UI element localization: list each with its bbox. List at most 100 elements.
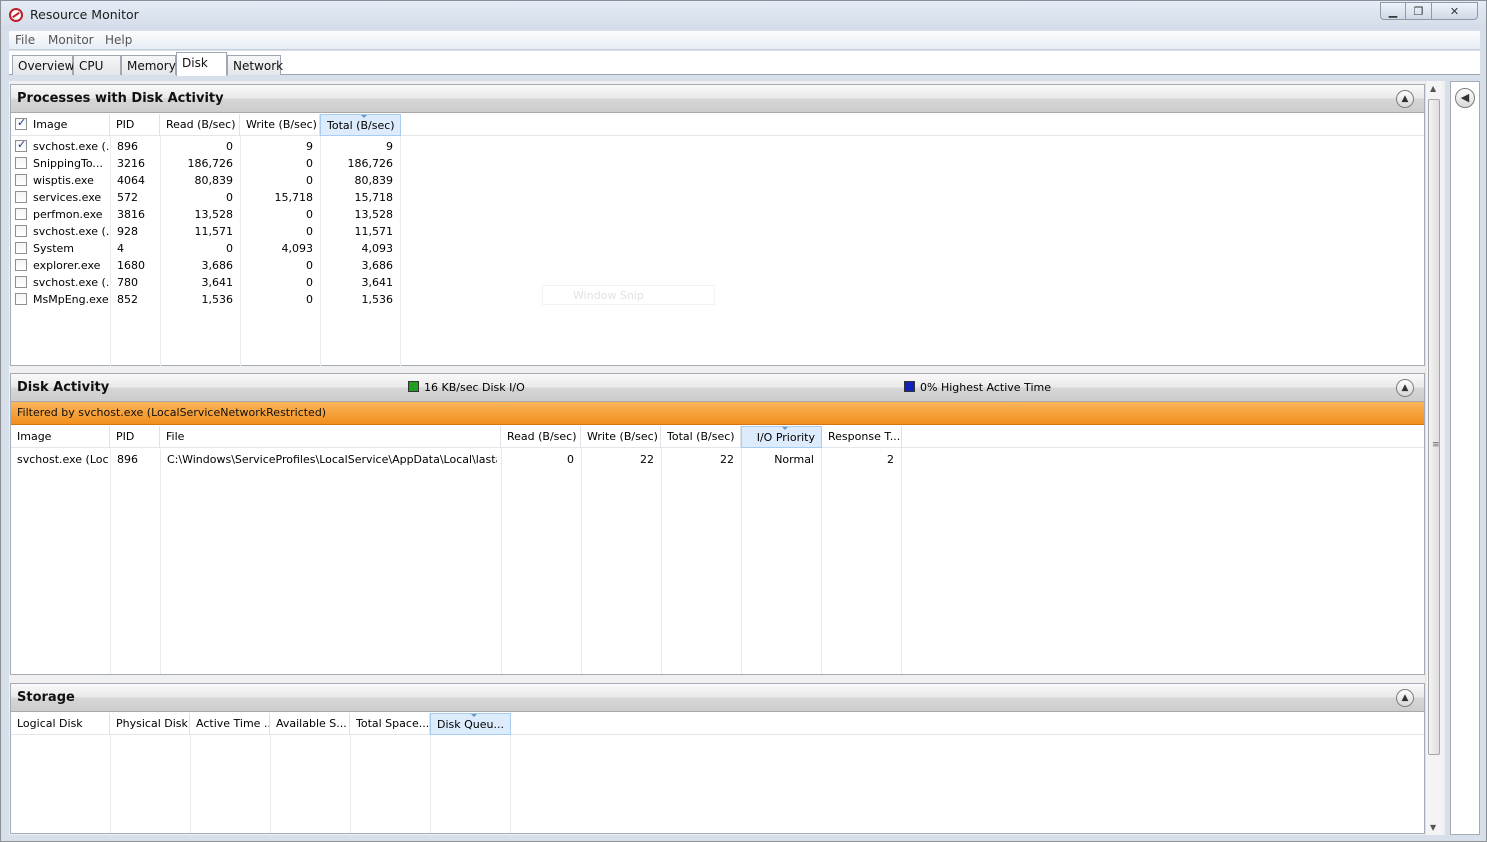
processes-column-header: Image PID Read (B/sec) Write (B/sec) Tot… bbox=[11, 114, 1424, 136]
row-checkbox[interactable] bbox=[15, 208, 27, 220]
minimize-button[interactable]: ▁ bbox=[1380, 2, 1406, 20]
col-image[interactable]: Image bbox=[11, 426, 110, 448]
table-row[interactable]: svchost.exe (Loc... 896 C:\Windows\Service… bbox=[11, 451, 1424, 468]
col-total-space[interactable]: Total Space... bbox=[350, 713, 430, 735]
tab-disk[interactable]: Disk bbox=[176, 52, 227, 76]
col-image[interactable]: Image bbox=[11, 114, 110, 136]
col-write[interactable]: Write (B/sec) bbox=[240, 114, 320, 136]
tab-cpu[interactable]: CPU bbox=[73, 55, 121, 75]
col-total-label: Total (B/sec) bbox=[327, 119, 395, 132]
active-time-legend: 0% Highest Active Time bbox=[920, 381, 1051, 394]
expand-graphs-button[interactable]: ◀ bbox=[1455, 88, 1475, 108]
table-row[interactable]: perfmon.exe 3816 13,528 0 13,528 bbox=[11, 206, 1424, 223]
col-disk-queue-label: Disk Queu... bbox=[437, 718, 504, 731]
col-read[interactable]: Read (B/sec) bbox=[160, 114, 240, 136]
table-row[interactable]: wisptis.exe 4064 80,839 0 80,839 bbox=[11, 172, 1424, 189]
col-active-time[interactable]: Active Time ... bbox=[190, 713, 270, 735]
window-snip-ghost: Window Snip bbox=[542, 285, 715, 305]
cell-pid: 572 bbox=[117, 191, 138, 204]
table-row[interactable]: System 4 0 4,093 4,093 bbox=[11, 240, 1424, 257]
collapse-storage-button[interactable]: ▲ bbox=[1396, 689, 1414, 707]
collapse-disk-activity-button[interactable]: ▲ bbox=[1396, 379, 1414, 397]
col-physical-disk[interactable]: Physical Disk bbox=[110, 713, 190, 735]
col-response-time[interactable]: Response T... bbox=[822, 426, 902, 448]
disk-activity-panel: Disk Activity 16 KB/sec Disk I/O 0% High… bbox=[10, 373, 1425, 675]
cell-write: 0 bbox=[306, 225, 313, 238]
menu-help[interactable]: Help bbox=[105, 33, 132, 47]
col-disk-queue[interactable]: Disk Queu... bbox=[430, 713, 511, 735]
cell-total: 15,718 bbox=[354, 191, 394, 204]
active-time-legend-icon bbox=[904, 381, 915, 392]
menu-bar: File Monitor Help bbox=[9, 31, 1480, 50]
col-read[interactable]: Read (B/sec) bbox=[501, 426, 581, 448]
table-row[interactable]: svchost.exe (... 780 3,641 0 3,641 bbox=[11, 274, 1424, 291]
col-write[interactable]: Write (B/sec) bbox=[581, 426, 661, 448]
table-row[interactable]: explorer.exe 1680 3,686 0 3,686 bbox=[11, 257, 1424, 274]
tab-network[interactable]: Network bbox=[227, 55, 283, 75]
cell-response-time: 2 bbox=[887, 453, 894, 466]
row-checkbox[interactable] bbox=[15, 293, 27, 305]
row-checkbox[interactable] bbox=[15, 191, 27, 203]
cell-read: 186,726 bbox=[187, 157, 234, 170]
table-row[interactable]: services.exe 572 0 15,718 15,718 bbox=[11, 189, 1424, 206]
cell-image: perfmon.exe bbox=[33, 208, 103, 221]
cell-image: wisptis.exe bbox=[33, 174, 94, 187]
select-all-checkbox[interactable] bbox=[15, 116, 27, 130]
disk-activity-header[interactable]: Disk Activity 16 KB/sec Disk I/O 0% High… bbox=[11, 374, 1424, 402]
cell-image: services.exe bbox=[33, 191, 102, 204]
col-logical-disk[interactable]: Logical Disk bbox=[11, 713, 110, 735]
col-pid[interactable]: PID bbox=[110, 426, 160, 448]
tab-memory[interactable]: Memory bbox=[121, 55, 176, 75]
disk-io-legend: 16 KB/sec Disk I/O bbox=[424, 381, 525, 394]
col-image-label: Image bbox=[33, 118, 68, 131]
row-checkbox[interactable] bbox=[15, 276, 27, 288]
cell-image: svchost.exe (... bbox=[33, 276, 109, 289]
col-file[interactable]: File bbox=[160, 426, 501, 448]
col-pid[interactable]: PID bbox=[110, 114, 160, 136]
disk-activity-title: Disk Activity bbox=[17, 380, 110, 395]
col-available-space[interactable]: Available S... bbox=[270, 713, 350, 735]
disk-io-legend-icon bbox=[408, 381, 419, 392]
cell-write: 9 bbox=[306, 140, 313, 153]
scroll-down-icon[interactable]: ▼ bbox=[1430, 823, 1436, 832]
row-checkbox[interactable] bbox=[15, 242, 27, 254]
cell-pid: 4 bbox=[117, 242, 124, 255]
cell-pid: 852 bbox=[117, 293, 138, 306]
chevron-up-icon: ▲ bbox=[1401, 94, 1409, 104]
storage-column-header: Logical Disk Physical Disk Active Time .… bbox=[11, 713, 1424, 735]
cell-total: 13,528 bbox=[354, 208, 394, 221]
menu-file[interactable]: File bbox=[15, 33, 35, 47]
col-total[interactable]: Total (B/sec) bbox=[661, 426, 741, 448]
minimize-icon: ▁ bbox=[1388, 4, 1398, 18]
processes-header[interactable]: Processes with Disk Activity ▲ bbox=[11, 85, 1424, 113]
table-row[interactable]: MsMpEng.exe 852 1,536 0 1,536 bbox=[11, 291, 1424, 308]
processes-panel: Processes with Disk Activity ▲ Image PID… bbox=[10, 84, 1425, 366]
cell-write: 0 bbox=[306, 259, 313, 272]
col-io-priority[interactable]: I/O Priority bbox=[741, 426, 822, 448]
close-button[interactable]: ✕ bbox=[1432, 2, 1478, 20]
maximize-button[interactable]: ❐ bbox=[1406, 2, 1432, 20]
row-checkbox[interactable] bbox=[15, 157, 27, 169]
row-checkbox[interactable] bbox=[15, 225, 27, 237]
row-checkbox[interactable] bbox=[15, 138, 27, 152]
cell-pid: 896 bbox=[117, 140, 138, 153]
scroll-up-icon[interactable]: ▲ bbox=[1430, 84, 1436, 93]
menu-monitor[interactable]: Monitor bbox=[48, 33, 94, 47]
table-row[interactable]: svchost.exe (... 896 0 9 9 bbox=[11, 138, 1424, 155]
vertical-scrollbar[interactable]: ▲ ≡ ▼ bbox=[1425, 81, 1442, 835]
cell-total: 9 bbox=[386, 140, 393, 153]
title-bar[interactable]: Resource Monitor ▁ ❐ ✕ bbox=[1, 1, 1486, 29]
storage-header[interactable]: Storage ▲ bbox=[11, 684, 1424, 712]
table-row[interactable]: SnippingTo... 3216 186,726 0 186,726 bbox=[11, 155, 1424, 172]
table-row[interactable]: svchost.exe (... 928 11,571 0 11,571 bbox=[11, 223, 1424, 240]
collapse-processes-button[interactable]: ▲ bbox=[1396, 90, 1414, 108]
cell-pid: 928 bbox=[117, 225, 138, 238]
cell-pid: 1680 bbox=[117, 259, 145, 272]
tab-overview[interactable]: Overview bbox=[12, 55, 75, 75]
cell-read: 3,686 bbox=[201, 259, 234, 272]
row-checkbox[interactable] bbox=[15, 174, 27, 186]
row-checkbox[interactable] bbox=[15, 259, 27, 271]
col-total[interactable]: Total (B/sec) bbox=[320, 114, 401, 136]
scrollbar-thumb[interactable]: ≡ bbox=[1428, 99, 1440, 755]
cell-image: svchost.exe (... bbox=[33, 225, 109, 238]
